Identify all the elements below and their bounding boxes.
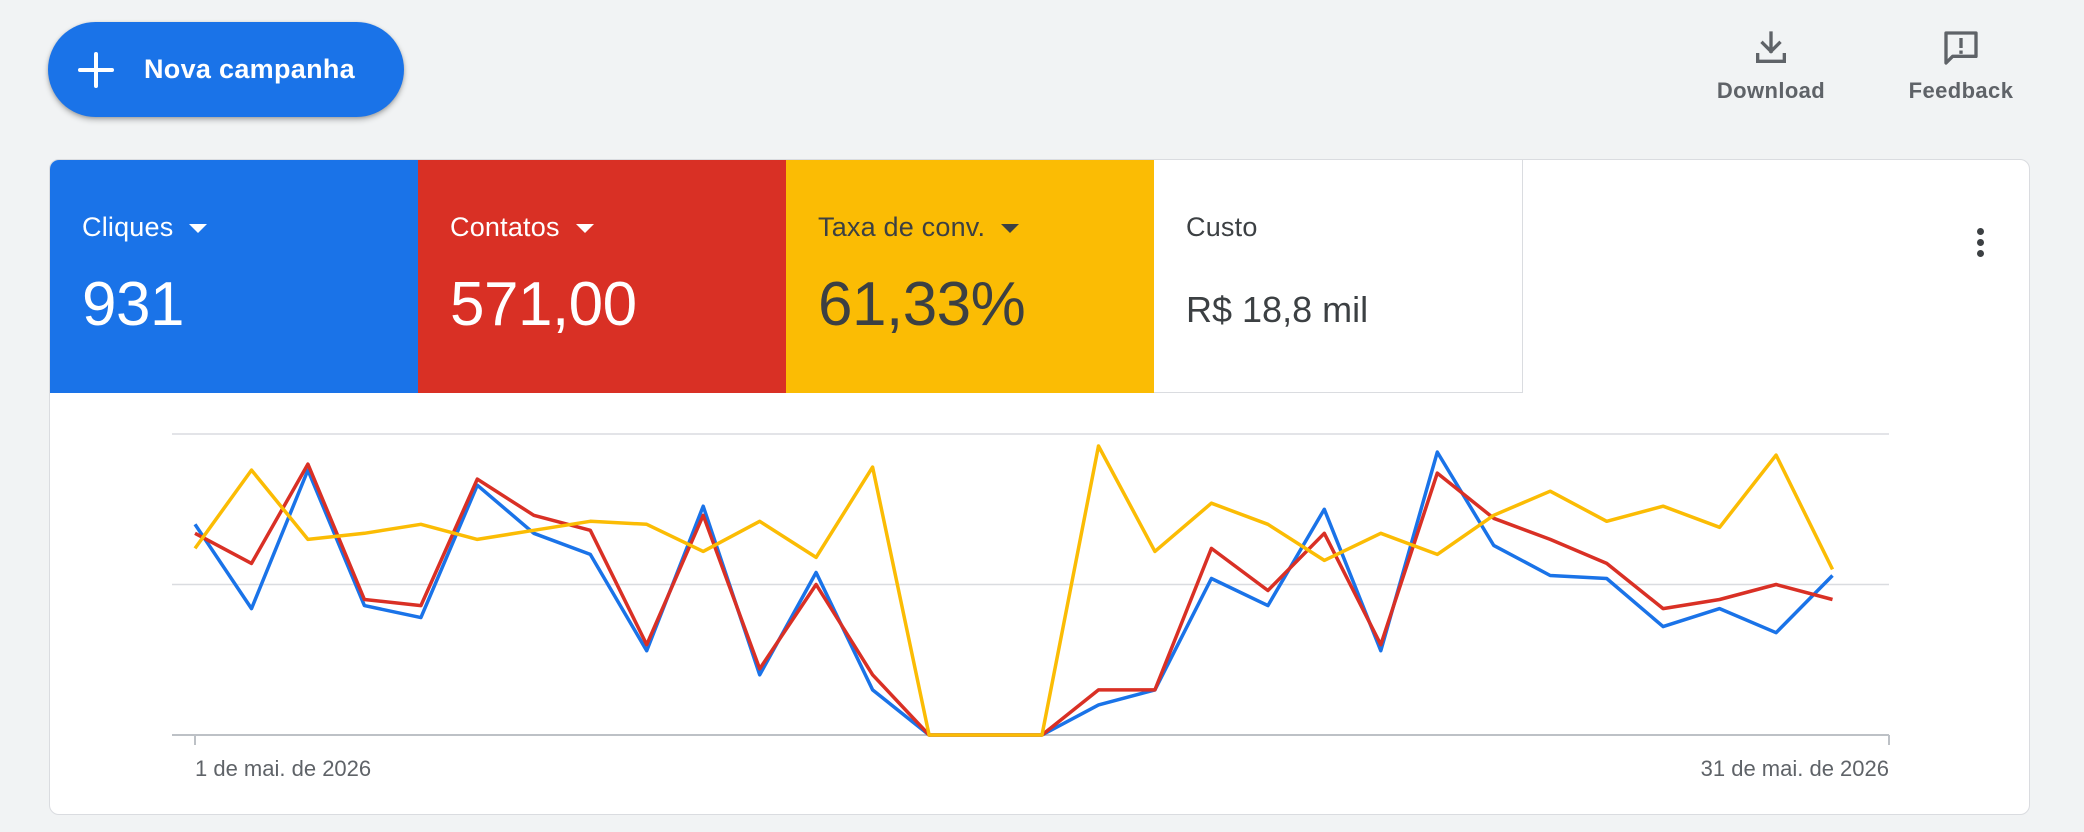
series-line-1: [194, 462, 1833, 737]
plus-icon: [78, 51, 114, 88]
new-campaign-button[interactable]: Nova campanha: [48, 22, 404, 117]
feedback-label: Feedback: [1908, 78, 2014, 103]
performance-card: Cliques 931 Contatos 571,00 Taxa de conv…: [49, 159, 2030, 815]
feedback-button[interactable]: Feedback: [1896, 28, 2026, 104]
series-line-2: [193, 444, 1835, 737]
x-axis-end-label: 31 de mai. de 2026: [1701, 756, 1889, 781]
series-line-0: [193, 450, 1834, 737]
feedback-icon: [1944, 31, 1978, 65]
chart-lines: [193, 444, 1835, 737]
new-campaign-label: Nova campanha: [144, 54, 355, 84]
download-label: Download: [1716, 78, 1826, 103]
performance-chart: 1 de mai. de 2026 31 de mai. de 2026: [172, 433, 1890, 781]
x-axis-start-label: 1 de mai. de 2026: [195, 756, 371, 781]
download-icon: [1756, 31, 1786, 63]
download-button[interactable]: Download: [1706, 28, 1836, 104]
